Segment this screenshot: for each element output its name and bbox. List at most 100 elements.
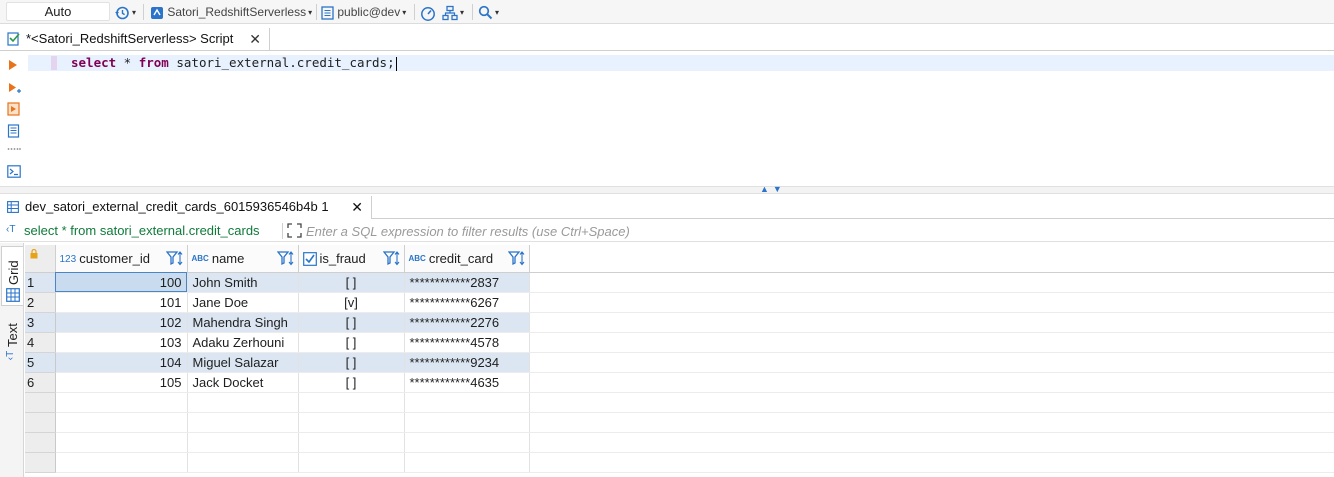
cell-credit-card[interactable]: ************2276 bbox=[404, 312, 530, 333]
row-number[interactable]: 2 bbox=[25, 292, 56, 313]
cell-name[interactable]: Mahendra Singh bbox=[187, 312, 299, 333]
cell-credit-card[interactable]: ************9234 bbox=[404, 352, 530, 373]
empty-cell bbox=[529, 432, 1334, 453]
close-icon[interactable]: ✕ bbox=[249, 28, 261, 50]
empty-cell bbox=[529, 392, 1334, 413]
console-icon[interactable] bbox=[7, 165, 21, 178]
active-query-label[interactable]: select * from satori_external.credit_car… bbox=[24, 223, 260, 238]
execute-new-tab-icon[interactable] bbox=[7, 81, 21, 95]
filter-sort-icon[interactable] bbox=[507, 251, 526, 266]
table-row[interactable]: 4 103 Adaku Zerhouni [ ] ************457… bbox=[25, 332, 1334, 353]
cell-customer-id[interactable]: 101 bbox=[55, 292, 188, 313]
empty-row bbox=[25, 452, 1334, 473]
chevron-down-icon: ▾ bbox=[495, 7, 500, 17]
row-number[interactable]: 4 bbox=[25, 332, 56, 353]
cell-customer-id[interactable]: 105 bbox=[55, 372, 188, 393]
tab-results[interactable]: dev_satori_external_credit_cards_6015936… bbox=[0, 196, 372, 219]
row-number[interactable]: 1 bbox=[25, 272, 56, 293]
editor-tab-bar: *<Satori_RedshiftServerless> Script ✕ bbox=[0, 28, 1334, 51]
statement-marker bbox=[51, 56, 57, 70]
filter-sort-icon[interactable] bbox=[276, 251, 295, 266]
panel-splitter[interactable]: ▲▼ bbox=[0, 184, 1334, 194]
empty-cell bbox=[187, 412, 299, 433]
cell-name[interactable]: Miguel Salazar bbox=[187, 352, 299, 373]
cell-customer-id[interactable]: 104 bbox=[55, 352, 188, 373]
cell-credit-card[interactable]: ************6267 bbox=[404, 292, 530, 313]
close-icon[interactable]: ✕ bbox=[351, 196, 363, 218]
tab-text[interactable]: Text ‹T bbox=[1, 313, 23, 369]
cell-customer-id[interactable]: 102 bbox=[55, 312, 188, 333]
cell-is-fraud[interactable]: [ ] bbox=[298, 312, 405, 333]
cell-is-fraud[interactable]: [ ] bbox=[298, 272, 405, 293]
grid-tab-label: Grid bbox=[6, 260, 21, 285]
table-row[interactable]: 1 100 John Smith [ ] ************2837 bbox=[25, 272, 1334, 293]
table-row[interactable]: 6 105 Jack Docket [ ] ************4635 bbox=[25, 372, 1334, 393]
expand-filter-icon[interactable] bbox=[287, 223, 302, 238]
results-grid[interactable]: 123 customer_id ABC name is_fraud ABC credi… bbox=[25, 245, 1334, 477]
column-header-customer-id[interactable]: 123 customer_id bbox=[55, 245, 188, 273]
column-name: name bbox=[211, 251, 245, 266]
cell-credit-card[interactable]: ************4635 bbox=[404, 372, 530, 393]
cell-customer-id[interactable]: 103 bbox=[55, 332, 188, 353]
tab-grid[interactable]: Grid bbox=[1, 246, 23, 306]
grid-icon bbox=[6, 288, 20, 302]
filter-sort-icon[interactable] bbox=[165, 251, 184, 266]
sql-statement[interactable]: select * from satori_external.credit_car… bbox=[71, 55, 397, 71]
transaction-mode-select[interactable]: Auto bbox=[6, 2, 110, 21]
column-header-is-fraud[interactable]: is_fraud bbox=[298, 245, 405, 273]
row-number[interactable]: 5 bbox=[25, 352, 56, 373]
cell-is-fraud[interactable]: [ ] bbox=[298, 332, 405, 353]
empty-cell bbox=[298, 412, 405, 433]
sql-star: * bbox=[116, 55, 139, 70]
row-number-header[interactable] bbox=[25, 245, 56, 273]
empty-cell bbox=[298, 392, 405, 413]
empty-cell bbox=[298, 452, 405, 473]
cell-name[interactable]: John Smith bbox=[187, 272, 299, 293]
datasource-selector[interactable]: Satori_RedshiftServerless ▾ bbox=[150, 3, 312, 21]
empty-cell bbox=[55, 432, 188, 453]
cell-name[interactable]: Jack Docket bbox=[187, 372, 299, 393]
cell-name[interactable]: Adaku Zerhouni bbox=[187, 332, 299, 353]
row-number[interactable]: 3 bbox=[25, 312, 56, 333]
keyword-select: select bbox=[71, 55, 117, 70]
column-header-credit-card[interactable]: ABC credit_card bbox=[404, 245, 530, 273]
cell-customer-id[interactable]: 100 bbox=[55, 272, 188, 293]
table-row[interactable]: 5 104 Miguel Salazar [ ] ************923… bbox=[25, 352, 1334, 373]
search-icon bbox=[478, 6, 493, 20]
network-button[interactable]: ▾ bbox=[442, 3, 464, 21]
table-row[interactable]: 2 101 Jane Doe [v] ************6267 bbox=[25, 292, 1334, 313]
results-tab-title: dev_satori_external_credit_cards_6015936… bbox=[25, 199, 329, 214]
schema-selector[interactable]: public@dev ▾ bbox=[321, 3, 406, 21]
cell-name[interactable]: Jane Doe bbox=[187, 292, 299, 313]
more-actions-icon[interactable] bbox=[7, 146, 21, 152]
main-toolbar: Auto ▾ Satori_RedshiftServerless ▾ public… bbox=[0, 0, 1334, 24]
view-mode-tabs: Grid Text ‹T bbox=[0, 243, 24, 477]
table-icon bbox=[7, 201, 19, 213]
tab-sql-script[interactable]: *<Satori_RedshiftServerless> Script ✕ bbox=[0, 28, 270, 51]
row-number[interactable]: 6 bbox=[25, 372, 56, 393]
filter-sort-icon[interactable] bbox=[382, 251, 401, 266]
chevron-down-icon: ▾ bbox=[460, 7, 465, 17]
sql-editor[interactable]: select * from satori_external.credit_car… bbox=[28, 52, 1334, 186]
network-icon bbox=[442, 5, 458, 20]
row-number-empty bbox=[25, 412, 56, 433]
filter-expression-input[interactable] bbox=[306, 222, 1326, 240]
cell-credit-card[interactable]: ************2837 bbox=[404, 272, 530, 293]
column-header-name[interactable]: ABC name bbox=[187, 245, 299, 273]
history-button[interactable]: ▾ bbox=[114, 3, 136, 21]
explain-plan-icon[interactable] bbox=[7, 124, 21, 138]
schema-icon bbox=[321, 6, 334, 20]
maximize-minimize-icon[interactable]: ▲▼ bbox=[760, 184, 786, 194]
row-filler bbox=[529, 352, 1334, 373]
table-row[interactable]: 3 102 Mahendra Singh [ ] ************227… bbox=[25, 312, 1334, 333]
execute-script-icon[interactable] bbox=[7, 102, 21, 116]
dashboard-button[interactable] bbox=[420, 3, 436, 21]
execute-statement-icon[interactable] bbox=[7, 58, 19, 72]
empty-cell bbox=[404, 452, 530, 473]
cell-is-fraud[interactable]: [ ] bbox=[298, 372, 405, 393]
cell-is-fraud[interactable]: [v] bbox=[298, 292, 405, 313]
row-number-empty bbox=[25, 432, 56, 453]
cell-credit-card[interactable]: ************4578 bbox=[404, 332, 530, 353]
cell-is-fraud[interactable]: [ ] bbox=[298, 352, 405, 373]
search-button[interactable]: ▾ bbox=[478, 3, 499, 21]
